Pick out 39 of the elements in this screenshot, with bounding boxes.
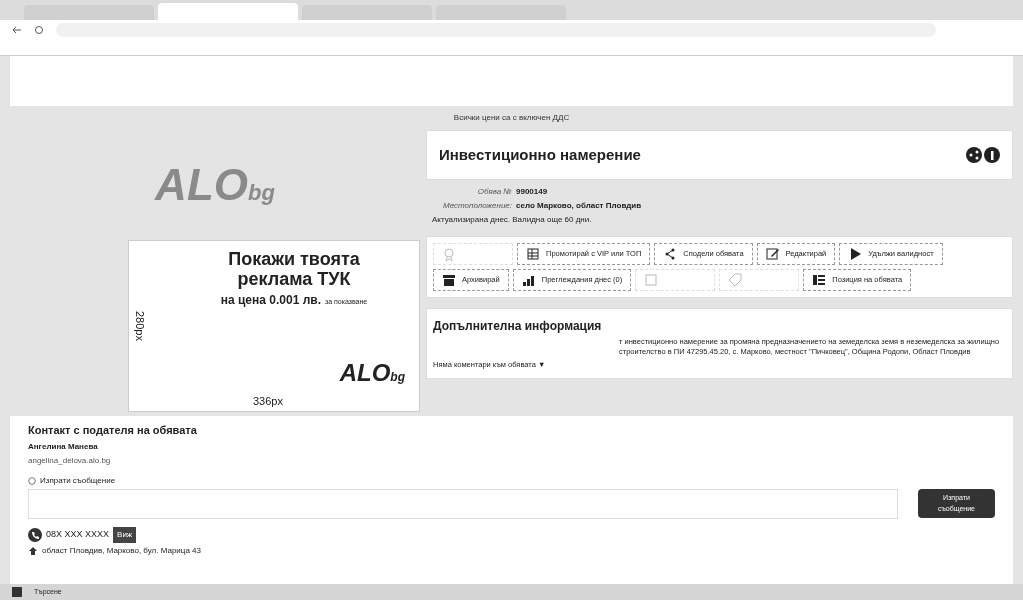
badge-icon [442,247,456,261]
vat-notice: Всички цени са с включен ДДС [453,112,570,124]
share-icon[interactable] [966,147,982,163]
tag-icon [728,273,743,287]
field-value: 9900149 [516,186,548,198]
section-heading: Допълнителна информация [433,318,603,335]
grid-icon [526,247,540,261]
start-icon[interactable] [12,587,22,597]
browser-tab[interactable] [436,5,566,20]
edit-icon [765,247,780,261]
archive-icon [442,273,456,287]
field-label: Местоположение: [442,200,512,212]
message-field[interactable] [28,488,898,519]
listing-title: Инвестиционно намерение [439,144,641,165]
field-label: Обява № [476,186,512,198]
field-value: село Марково, област Пловдив [516,200,642,212]
ad-price: на цена 0.001 лв. [220,292,321,309]
back-icon[interactable] [12,25,22,35]
list-icon [812,273,827,287]
height-label: 280px [132,311,147,341]
frame-icon [644,273,659,287]
phone-number: 08X XXX XXXX [46,527,110,541]
browser-tab[interactable] [158,3,298,20]
facebook-icon[interactable] [984,147,1000,163]
browser-tab[interactable] [24,5,154,20]
section-heading: Контакт с подателя на обявата [28,423,198,438]
message-label: Изпрати съобщение [40,474,116,487]
seller-profile-link[interactable]: angelina_delova.alo.bg [28,454,995,467]
reload-icon[interactable] [34,25,44,35]
phone-icon [28,527,42,542]
show-phone-button[interactable]: Виж [113,526,137,543]
ad-logo: ALObg [339,358,405,388]
browser-tab[interactable] [302,5,432,20]
validity-text: Актуализирана днес. Валидна още 60 дни. [432,214,593,226]
ad-headline: Покажи твоята реклама ТУК [227,249,361,289]
seller-name: Ангелина Манева [28,440,99,453]
address-text: област Пловдив, Марково, бул. Марица 43 [42,544,201,557]
play-icon [848,247,863,261]
chart-icon [521,273,536,287]
